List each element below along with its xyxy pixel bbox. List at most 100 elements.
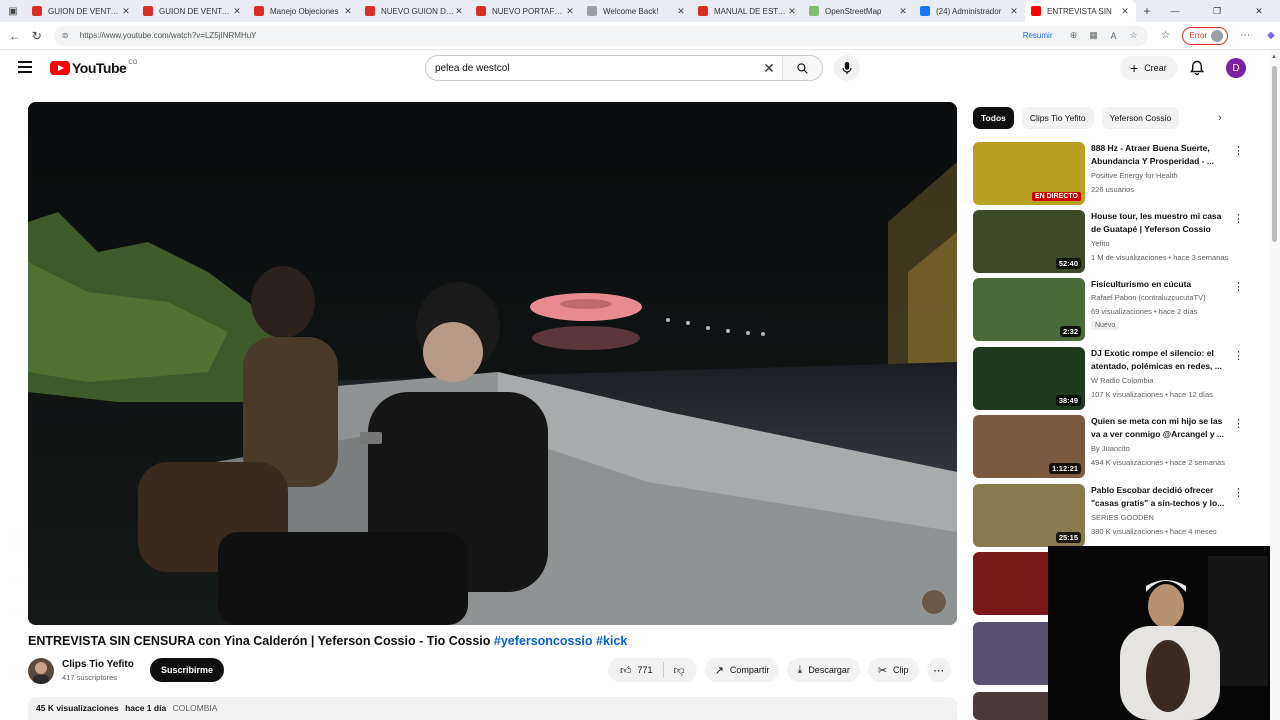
recommendation-title[interactable]: Pablo Escobar decidió ofrecer "casas gra… [1091,484,1231,510]
scrollbar-thumb[interactable] [1272,66,1277,242]
recommendation-item[interactable]: 2:32 Fisiculturismo en cúcuta Rafael Pabon… [973,278,1253,342]
scroll-up-arrow-icon[interactable]: ▲ [1271,54,1277,60]
more-options-icon[interactable]: ⋮ [1233,212,1244,225]
browser-tab[interactable]: NUEVO GUION DE VE✕ [359,0,470,22]
recommendation-channel[interactable]: Positive Energy for Health [1091,171,1178,180]
dislike-button[interactable]: 👎︎ [664,664,697,677]
voice-search-button[interactable] [834,55,860,81]
browser-tab[interactable]: OpenStreetMap ✕ [803,0,914,22]
profile-error-pill[interactable]: Error [1182,26,1229,45]
recommendation-item[interactable]: 25:15 Pablo Escobar decidió ofrecer "casa… [973,484,1253,548]
copilot-icon[interactable]: ◆ [1262,30,1280,41]
more-options-icon[interactable]: ⋮ [1233,280,1244,293]
page-scrollbar[interactable]: ▲ [1270,50,1280,720]
channel-avatar[interactable] [28,658,54,684]
recommendation-item[interactable]: 52:40 House tour, les muestro mi casa de … [973,210,1253,274]
subscribe-button[interactable]: Suscribirme [150,658,225,682]
summarize-button[interactable]: Resumir [1023,31,1053,40]
tab-actions-icon[interactable]: ▣ [0,6,26,17]
recommendation-thumbnail[interactable]: EN DIRECTO [973,142,1085,205]
recommendation-item[interactable]: 1:12:21 Quien se meta con mi hijo se las … [973,415,1253,479]
close-tab-icon[interactable]: ✕ [232,6,242,17]
more-menu-icon[interactable]: ⋯ [1236,30,1254,41]
close-tab-icon[interactable]: ✕ [565,6,575,17]
url-box[interactable]: ⊜ https://www.youtube.com/watch?v=LZ5jIN… [53,25,1149,46]
account-avatar[interactable]: D [1226,58,1246,78]
favorite-star-icon[interactable]: ☆ [1126,30,1140,41]
browser-tab[interactable]: Welcome Back! ✕ [581,0,692,22]
recommendation-channel[interactable]: W Radio Colombia [1091,376,1154,385]
recommendation-item[interactable]: EN DIRECTO 888 Hz - Atraer Buena Suerte, … [973,142,1253,206]
recommendation-thumbnail[interactable]: 2:32 [973,278,1085,341]
browser-tab[interactable]: (24) Administrador ✕ [914,0,1025,22]
recommendation-thumbnail[interactable]: 52:40 [973,210,1085,273]
more-options-icon[interactable]: ⋮ [1233,349,1244,362]
menu-hamburger-icon[interactable] [18,61,34,76]
recommendation-channel[interactable]: Yefito [1091,239,1110,248]
browser-tab[interactable]: MANUAL DE ESTADO ✕ [692,0,803,22]
recommendation-thumbnail[interactable] [973,692,1049,720]
country-tag[interactable]: COLOMBIA [173,703,218,713]
translate-icon[interactable]: ⊕ [1066,30,1080,41]
apps-icon[interactable]: ▦ [1086,30,1100,41]
more-options-icon[interactable]: ⋮ [1233,486,1244,499]
chevron-right-icon[interactable]: › [1218,112,1222,124]
filter-chip[interactable]: Clips Tio Yefito [1021,107,1094,129]
hashtag-link[interactable]: #yefersoncossio [494,634,593,648]
close-tab-icon[interactable]: ✕ [1009,6,1019,17]
browser-tab[interactable]: Manejo Objeciones ✕ [248,0,359,22]
recommendation-title[interactable]: 888 Hz - Atraer Buena Suerte, Abundancia… [1091,142,1231,168]
more-options-icon[interactable]: ⋮ [1233,417,1244,430]
recommendation-title[interactable]: House tour, les muestro mi casa de Guata… [1091,210,1231,236]
filter-chip[interactable]: Yeferson Cossio [1101,107,1180,129]
recommendation-channel[interactable]: SERIES GOODEN [1091,513,1154,522]
minimize-icon[interactable]: — [1154,6,1196,16]
site-info-icon[interactable]: ⊜ [62,31,74,40]
youtube-logo[interactable]: YouTube CO [50,60,137,76]
recommendation-item[interactable]: 38:49 DJ Exotic rompe el silencio: el ate… [973,347,1253,411]
browser-tab[interactable]: NUEVO PORTAFOLIO✕ [470,0,581,22]
recommendation-thumbnail[interactable] [973,552,1049,615]
channel-name[interactable]: Clips Tio Yefito [62,659,134,670]
filter-chip[interactable]: Todos [973,107,1014,129]
recommendation-thumbnail[interactable]: 25:15 [973,484,1085,547]
recommendation-title[interactable]: Quien se meta con mi hijo se las va a ve… [1091,415,1231,441]
browser-tab[interactable]: ENTREVISTA SIN ✕ [1025,0,1136,22]
recommendation-channel[interactable]: Rafael Pabon (contraluzcucutaTV) [1091,293,1206,302]
more-actions-icon[interactable]: ⋯ [926,658,951,682]
clear-search-icon[interactable]: ✕ [756,60,782,77]
close-window-icon[interactable]: ✕ [1238,6,1280,17]
close-tab-icon[interactable]: ✕ [1120,6,1130,17]
close-tab-icon[interactable]: ✕ [898,6,908,17]
more-options-icon[interactable]: ⋮ [1233,144,1244,157]
search-input[interactable]: pelea de westcol [426,63,756,74]
clip-button[interactable]: ✂ Clip [867,658,919,682]
description-box[interactable]: 45 K visualizaciones hace 1 día COLOMBIA [28,697,957,720]
browser-tab[interactable]: GUION DE VENTA DE ✕ [137,0,248,22]
recommendation-title[interactable]: DJ Exotic rompe el silencio: el atentado… [1091,347,1231,373]
channel-watermark[interactable] [921,589,947,615]
download-button[interactable]: ⤓ Descargar [787,658,860,682]
hashtag-link[interactable]: #kick [596,634,627,648]
back-icon[interactable]: ← [4,29,26,43]
close-tab-icon[interactable]: ✕ [787,6,797,17]
search-button[interactable] [782,56,822,80]
notifications-bell-icon[interactable] [1189,60,1205,81]
favorites-icon[interactable]: ☆ [1156,30,1174,41]
like-button[interactable]: 👍︎ 771 [608,662,664,678]
url-text[interactable]: https://www.youtube.com/watch?v=LZ5jINRM… [80,31,1023,40]
close-tab-icon[interactable]: ✕ [676,6,686,17]
close-tab-icon[interactable]: ✕ [454,6,464,17]
create-button[interactable]: + Crear [1120,56,1177,80]
close-tab-icon[interactable]: ✕ [121,6,131,17]
recommendation-thumbnail[interactable]: 1:12:21 [973,415,1085,478]
video-player[interactable] [28,102,957,625]
close-tab-icon[interactable]: ✕ [343,6,353,17]
browser-tab[interactable]: GUION DE VENTA DE ✕ [26,0,137,22]
reload-icon[interactable]: ↻ [26,29,48,43]
recommendation-thumbnail[interactable]: 38:49 [973,347,1085,410]
recommendation-channel[interactable]: By Juancito [1091,444,1130,453]
read-aloud-icon[interactable]: A [1106,31,1120,41]
share-button[interactable]: ↗ Compartir [704,658,780,682]
recommendation-thumbnail[interactable] [973,622,1049,685]
